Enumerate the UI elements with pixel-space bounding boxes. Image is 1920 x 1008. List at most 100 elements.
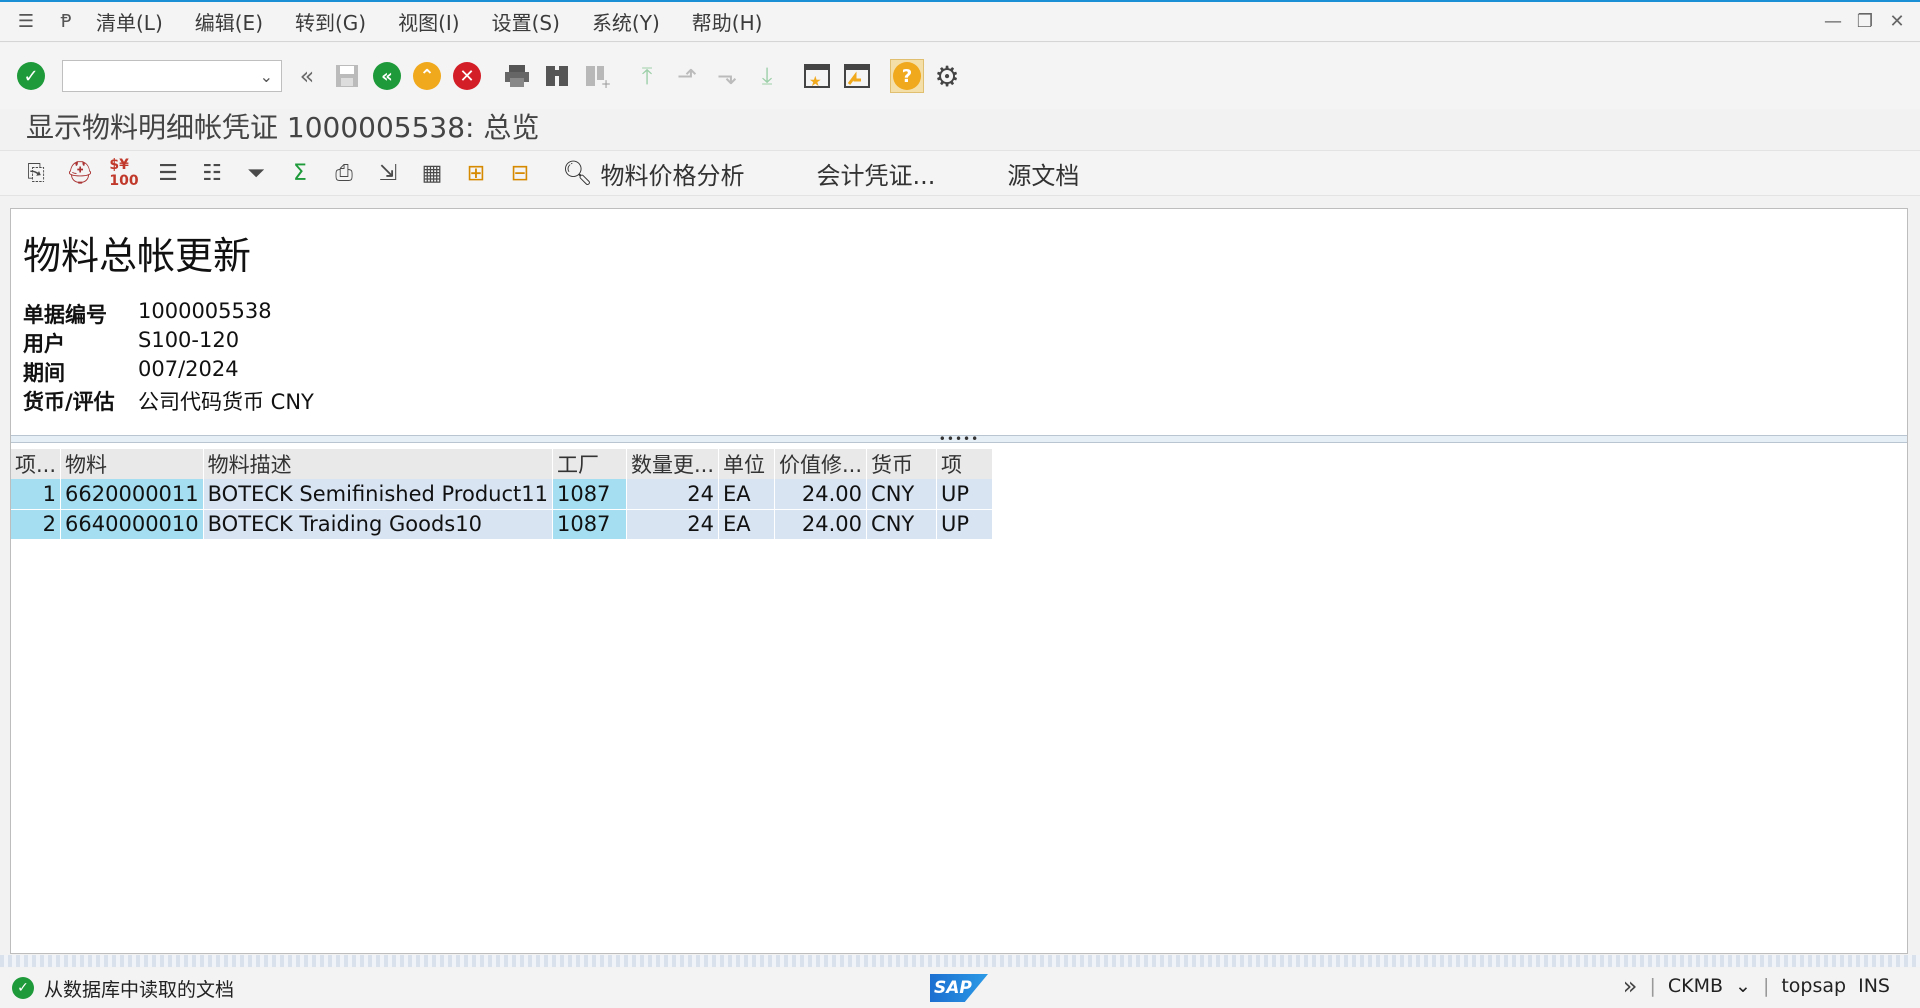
- sort-ascending-icon[interactable]: ☰: [150, 155, 186, 191]
- transaction-code[interactable]: CKMB: [1668, 975, 1723, 997]
- column-header[interactable]: 项: [936, 449, 994, 479]
- back-button[interactable]: «: [370, 59, 404, 93]
- insert-mode[interactable]: INS: [1858, 975, 1890, 997]
- column-header[interactable]: 价值修...: [774, 449, 868, 479]
- save-icon: [336, 65, 358, 87]
- column-header[interactable]: 单位: [718, 449, 775, 479]
- save-button[interactable]: [330, 59, 364, 93]
- print-button[interactable]: [500, 59, 534, 93]
- menu-goto[interactable]: 转到(G): [279, 2, 382, 42]
- settings-icon[interactable]: ⚙: [930, 59, 964, 93]
- cancel-button[interactable]: ✕: [450, 59, 484, 93]
- back-double-icon[interactable]: «: [290, 59, 324, 93]
- next-page-icon[interactable]: ⬎: [710, 59, 744, 93]
- system-menu-icon[interactable]: ☰: [12, 10, 40, 34]
- menu-help[interactable]: 帮助(H): [676, 2, 779, 42]
- table-header-row: 项... 物料 物料描述 工厂 数量更... 单位 价值修... 货币 项: [11, 449, 994, 479]
- cell-item-type[interactable]: UP: [936, 509, 994, 540]
- currency-icon[interactable]: $¥ 100: [106, 155, 142, 191]
- field-label: 用户: [23, 332, 65, 356]
- close-icon[interactable]: ✕: [1884, 8, 1910, 34]
- command-field[interactable]: ⌄: [62, 60, 282, 92]
- cell-item-type[interactable]: UP: [936, 479, 994, 510]
- cell-description[interactable]: BOTECK Traiding Goods10: [203, 509, 553, 540]
- chevron-down-icon[interactable]: ⌄: [260, 67, 273, 86]
- cell-material[interactable]: 6640000010: [60, 509, 204, 540]
- table-row[interactable]: 1 6620000011 BOTECK Semifinished Product…: [11, 479, 994, 510]
- select-layout-icon[interactable]: ⊞: [458, 155, 494, 191]
- price-analysis-button[interactable]: 🔍︎ 物料价格分析: [546, 153, 760, 193]
- cell-plant[interactable]: 1087: [552, 509, 627, 540]
- sum-icon[interactable]: Σ: [282, 155, 318, 191]
- find-next-button[interactable]: +: [580, 59, 614, 93]
- hierarchy-icon[interactable]: ⊟: [502, 155, 538, 191]
- cell-quantity[interactable]: 24: [626, 479, 720, 510]
- cell-currency[interactable]: CNY: [866, 479, 938, 510]
- status-bar: ✓ 从数据库中读取的文档 SAP » | CKMB ⌄ | topsap INS: [0, 968, 1920, 1008]
- cell-unit[interactable]: EA: [718, 479, 775, 510]
- new-session-icon: ★: [804, 64, 830, 90]
- cancel-icon: ✕: [453, 62, 481, 90]
- layout-grid-icon[interactable]: ▦: [414, 155, 450, 191]
- menu-edit[interactable]: 编辑(E): [179, 2, 279, 42]
- hat-icon[interactable]: ⛑: [62, 155, 98, 191]
- sap-menu-icon[interactable]: Ᵽ: [52, 10, 80, 34]
- cell-value[interactable]: 24.00: [774, 479, 868, 510]
- document-details-icon[interactable]: ⎘: [18, 155, 54, 191]
- find-next-icon: +: [586, 66, 611, 90]
- chevron-right-icon[interactable]: »: [1623, 972, 1638, 1000]
- shortcut-button[interactable]: [840, 59, 874, 93]
- filter-icon[interactable]: ⏷: [238, 155, 274, 191]
- menu-view[interactable]: 视图(I): [382, 2, 476, 42]
- splitter-handle[interactable]: •••••: [11, 432, 1907, 446]
- cell-description[interactable]: BOTECK Semifinished Product11: [203, 479, 553, 510]
- accounting-document-button[interactable]: 会计凭证...: [800, 153, 951, 193]
- application-toolbar: ⎘ ⛑ $¥ 100 ☰ ☷ ⏷ Σ ⎙ ⇲ ▦ ⊞ ⊟ 🔍︎ 物料价格分析 会计…: [0, 150, 1920, 196]
- window-controls: — ❐ ✕: [1820, 8, 1910, 34]
- column-header[interactable]: 物料描述: [203, 449, 553, 479]
- document-header: 物料总帐更新 单据编号 1000005538 用户 S100-120 期间 00…: [11, 209, 1907, 435]
- print-preview-icon[interactable]: ⎙: [326, 155, 362, 191]
- column-header[interactable]: 货币: [866, 449, 938, 479]
- menu-system[interactable]: 系统(Y): [576, 2, 676, 42]
- status-message[interactable]: 从数据库中读取的文档: [44, 975, 234, 1002]
- exit-icon: ⌃: [413, 62, 441, 90]
- column-header[interactable]: 物料: [60, 449, 204, 479]
- cell-value[interactable]: 24.00: [774, 509, 868, 540]
- find-button[interactable]: [540, 59, 574, 93]
- server-name: topsap: [1781, 975, 1847, 997]
- export-icon[interactable]: ⇲: [370, 155, 406, 191]
- column-header[interactable]: 项...: [11, 449, 62, 479]
- help-button[interactable]: ?: [890, 59, 924, 93]
- prev-page-icon[interactable]: ⬏: [670, 59, 704, 93]
- exit-button[interactable]: ⌃: [410, 59, 444, 93]
- cell-material[interactable]: 6620000011: [60, 479, 204, 510]
- source-document-button[interactable]: 源文档: [991, 153, 1095, 193]
- minimize-icon[interactable]: —: [1820, 8, 1846, 34]
- enter-button[interactable]: ✓: [14, 59, 48, 93]
- cell-quantity[interactable]: 24: [626, 509, 720, 540]
- cell-plant[interactable]: 1087: [552, 479, 627, 510]
- column-header[interactable]: 工厂: [552, 449, 627, 479]
- field-currency: 货币/评估 公司代码货币 CNY: [23, 386, 314, 416]
- chevron-down-icon[interactable]: ⌄: [1735, 975, 1751, 997]
- restore-icon[interactable]: ❐: [1852, 8, 1878, 34]
- cell-currency[interactable]: CNY: [866, 509, 938, 540]
- field-period: 期间 007/2024: [23, 357, 239, 387]
- menu-list[interactable]: 清单(L): [80, 2, 179, 42]
- sort-descending-icon[interactable]: ☷: [194, 155, 230, 191]
- cell-unit[interactable]: EA: [718, 509, 775, 540]
- cell-item[interactable]: 1: [11, 479, 62, 510]
- horizontal-scrollbar[interactable]: [0, 955, 1920, 967]
- table-row[interactable]: 2 6640000010 BOTECK Traiding Goods10 108…: [11, 509, 994, 540]
- status-info: » | CKMB ⌄ | topsap INS: [1622, 972, 1890, 1000]
- column-header[interactable]: 数量更...: [626, 449, 720, 479]
- field-label: 货币/评估: [23, 390, 115, 414]
- new-session-button[interactable]: ★: [800, 59, 834, 93]
- cell-item[interactable]: 2: [11, 509, 62, 540]
- menu-settings[interactable]: 设置(S): [476, 2, 576, 42]
- content-area: 物料总帐更新 单据编号 1000005538 用户 S100-120 期间 00…: [10, 208, 1908, 954]
- field-label: 期间: [23, 361, 65, 385]
- first-page-icon[interactable]: ⤒: [630, 59, 664, 93]
- last-page-icon[interactable]: ⤓: [750, 59, 784, 93]
